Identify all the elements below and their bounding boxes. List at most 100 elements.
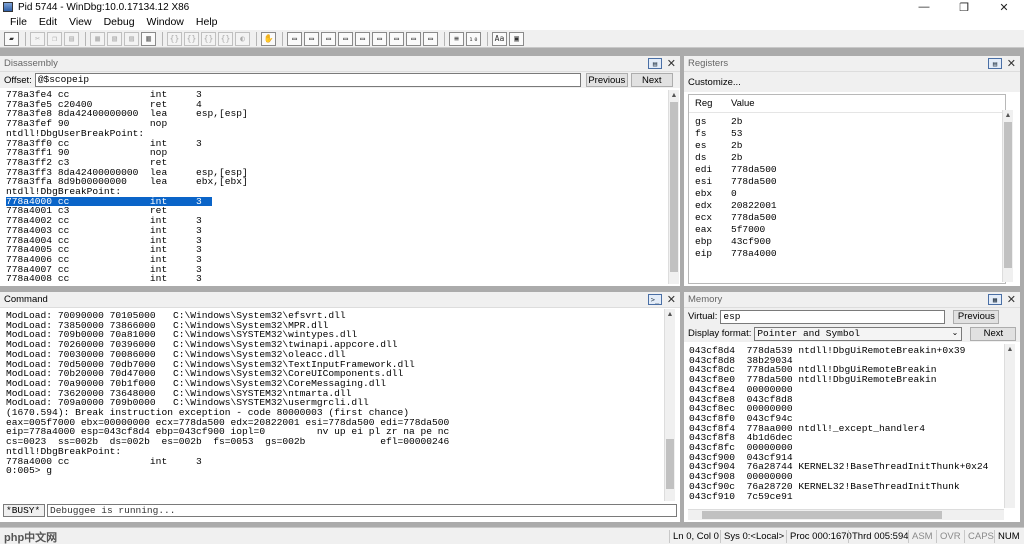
menu-window[interactable]: Window bbox=[141, 16, 190, 28]
locals-window-icon[interactable]: ▭ bbox=[321, 31, 336, 46]
memory-hscroll-thumb[interactable] bbox=[702, 511, 942, 519]
open-folder-icon[interactable]: ▰ bbox=[4, 31, 19, 46]
disassembly-scroll-thumb[interactable] bbox=[670, 102, 678, 272]
disassembly-listing[interactable]: 778a3fe4 cc int 3 778a3fe5 c20400 ret 4 77… bbox=[6, 90, 666, 284]
command-input[interactable]: Debuggee is running... bbox=[47, 504, 677, 517]
register-value[interactable]: 778da500 bbox=[731, 212, 777, 223]
register-row[interactable]: ebp 43cf900 bbox=[689, 235, 1005, 247]
window-options-icon[interactable]: ▤ bbox=[648, 58, 662, 69]
memory-horizontal-scrollbar[interactable] bbox=[688, 509, 1004, 520]
register-value[interactable]: 2b bbox=[731, 116, 742, 127]
registers-close-icon[interactable]: ✕ bbox=[1007, 57, 1016, 70]
command-scrollbar[interactable]: ▲ bbox=[664, 309, 675, 501]
scroll-up-icon[interactable]: ▲ bbox=[1003, 110, 1013, 120]
register-row[interactable]: edx 20822001 bbox=[689, 199, 1005, 211]
minimize-button[interactable]: — bbox=[904, 0, 944, 14]
disassembly-window-icon[interactable]: ▭ bbox=[389, 31, 404, 46]
menu-debug[interactable]: Debug bbox=[98, 16, 141, 28]
step-out-icon[interactable]: {} bbox=[201, 31, 216, 46]
registers-scrollbar[interactable]: ▲ bbox=[1002, 110, 1013, 282]
customize-button[interactable]: Customize... bbox=[688, 77, 741, 88]
offset-input[interactable]: @$scopeip bbox=[34, 73, 581, 87]
restart-icon[interactable]: ▧ bbox=[107, 31, 122, 46]
scroll-up-icon[interactable]: ▲ bbox=[665, 309, 675, 319]
watch-window-icon[interactable]: ▭ bbox=[304, 31, 319, 46]
virtual-address-input[interactable]: esp bbox=[720, 309, 946, 324]
copy-icon[interactable]: ❐ bbox=[47, 31, 62, 46]
register-row[interactable]: eax 5f7000 bbox=[689, 223, 1005, 235]
hand-icon[interactable]: ✋ bbox=[261, 31, 276, 46]
step-into-icon[interactable]: {} bbox=[167, 31, 182, 46]
memory-next-button[interactable]: Next bbox=[970, 326, 1017, 341]
command-window-icon[interactable]: ▭ bbox=[287, 31, 302, 46]
menu-view[interactable]: View bbox=[63, 16, 98, 28]
menu-edit[interactable]: Edit bbox=[33, 16, 63, 28]
run-to-cursor-icon[interactable]: {} bbox=[218, 31, 233, 46]
toolbar-separator bbox=[85, 31, 86, 46]
memory-scrollbar[interactable]: ▲ bbox=[1004, 344, 1015, 508]
scratch-pad-icon[interactable]: ▭ bbox=[406, 31, 421, 46]
scroll-up-icon[interactable]: ▲ bbox=[1005, 344, 1015, 354]
register-row[interactable]: eip 778a4000 bbox=[689, 247, 1005, 259]
disassembly-line[interactable]: 778a4008 cc int 3 bbox=[6, 274, 666, 284]
memory-line[interactable]: 043cf910 7c59ce91 bbox=[689, 491, 999, 502]
registers-window-icon[interactable]: ▭ bbox=[338, 31, 353, 46]
display-format-select[interactable]: Pointer and Symbol ⌄ bbox=[754, 326, 963, 341]
reg-column-header[interactable]: Reg bbox=[689, 98, 731, 109]
command-scroll-thumb[interactable] bbox=[666, 439, 674, 489]
disassembly-close-icon[interactable]: ✕ bbox=[667, 57, 676, 70]
register-value[interactable]: 43cf900 bbox=[731, 236, 771, 247]
register-row[interactable]: esi 778da500 bbox=[689, 175, 1005, 187]
break-icon[interactable]: ▥ bbox=[141, 31, 156, 46]
register-row[interactable]: edi 778da500 bbox=[689, 163, 1005, 175]
window-options-icon[interactable]: ▤ bbox=[988, 58, 1002, 69]
window-options-icon[interactable]: ▦ bbox=[988, 294, 1002, 305]
go-icon[interactable]: ▦ bbox=[90, 31, 105, 46]
register-row[interactable]: gs 2b bbox=[689, 115, 1005, 127]
disassembly-scrollbar[interactable]: ▲ bbox=[668, 90, 679, 284]
scroll-up-icon[interactable]: ▲ bbox=[669, 90, 679, 100]
insert-breakpoint-icon[interactable]: ◐ bbox=[235, 31, 250, 46]
register-row[interactable]: ecx 778da500 bbox=[689, 211, 1005, 223]
disassembly-previous-button[interactable]: Previous bbox=[585, 73, 628, 87]
hex-mode-icon[interactable]: ₁₀ bbox=[466, 31, 481, 46]
menu-file[interactable]: File bbox=[4, 16, 33, 28]
memory-previous-button[interactable]: Previous bbox=[953, 309, 1000, 324]
call-stack-window-icon[interactable]: ▭ bbox=[372, 31, 387, 46]
paste-icon[interactable]: ▤ bbox=[64, 31, 79, 46]
register-value[interactable]: 5f7000 bbox=[731, 224, 765, 235]
command-close-icon[interactable]: ✕ bbox=[667, 293, 676, 306]
window-options-icon[interactable]: >_ bbox=[648, 294, 662, 305]
register-row[interactable]: es 2b bbox=[689, 139, 1005, 151]
cut-icon[interactable]: ✂ bbox=[30, 31, 45, 46]
memory-window-icon[interactable]: ▭ bbox=[355, 31, 370, 46]
register-row[interactable]: fs 53 bbox=[689, 127, 1005, 139]
menu-help[interactable]: Help bbox=[190, 16, 224, 28]
source-mode-icon[interactable]: ≡ bbox=[449, 31, 464, 46]
registers-scroll-thumb[interactable] bbox=[1004, 122, 1012, 268]
font-icon[interactable]: Aa bbox=[492, 31, 507, 46]
value-column-header[interactable]: Value bbox=[731, 98, 755, 109]
command-input-row: *BUSY* Debuggee is running... bbox=[3, 503, 677, 518]
command-output[interactable]: ModLoad: 70090000 70105000 C:\Windows\Sy… bbox=[6, 311, 661, 501]
register-value[interactable]: 2b bbox=[731, 140, 742, 151]
stop-debugging-icon[interactable]: ▨ bbox=[124, 31, 139, 46]
register-value[interactable]: 20822001 bbox=[731, 200, 777, 211]
register-value[interactable]: 2b bbox=[731, 152, 742, 163]
register-row[interactable]: ebx 0 bbox=[689, 187, 1005, 199]
memory-close-icon[interactable]: ✕ bbox=[1007, 293, 1016, 306]
options-icon[interactable]: ▣ bbox=[509, 31, 524, 46]
register-value[interactable]: 778da500 bbox=[731, 176, 777, 187]
processes-threads-icon[interactable]: ▭ bbox=[423, 31, 438, 46]
register-row[interactable]: ds 2b bbox=[689, 151, 1005, 163]
memory-format-row: Display format: Pointer and Symbol ⌄ Nex… bbox=[684, 325, 1020, 342]
memory-dump[interactable]: 043cf8d4 778da539 ntdll!DbgUiRemoteBreak… bbox=[689, 346, 999, 504]
close-button[interactable]: ✕ bbox=[984, 0, 1024, 14]
disassembly-next-button[interactable]: Next bbox=[630, 73, 673, 87]
register-value[interactable]: 778a4000 bbox=[731, 248, 777, 259]
register-value[interactable]: 53 bbox=[731, 128, 742, 139]
step-over-icon[interactable]: {} bbox=[184, 31, 199, 46]
maximize-button[interactable]: ❐ bbox=[944, 0, 984, 14]
register-value[interactable]: 0 bbox=[731, 188, 737, 199]
register-value[interactable]: 778da500 bbox=[731, 164, 777, 175]
